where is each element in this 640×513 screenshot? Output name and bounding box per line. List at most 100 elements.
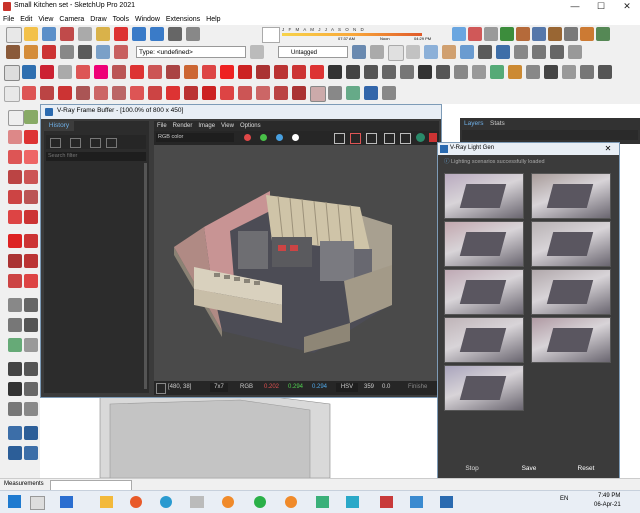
blue-channel-icon[interactable] <box>276 134 283 141</box>
polygon-tool-icon[interactable] <box>166 65 180 79</box>
arc-icon[interactable] <box>8 210 22 224</box>
freehand-tool-icon[interactable] <box>94 65 108 79</box>
pan-icon[interactable] <box>24 362 38 376</box>
vray-taskbar-icon[interactable] <box>440 496 453 508</box>
push-pull-icon[interactable] <box>24 234 38 248</box>
stop-render-icon[interactable] <box>429 133 437 142</box>
lighting-scenario-thumbnail[interactable] <box>444 365 524 411</box>
lighting-scenario-thumbnail[interactable] <box>444 317 524 363</box>
move-tool-icon[interactable] <box>238 65 252 79</box>
warehouse-icon[interactable] <box>500 27 514 41</box>
union-icon[interactable] <box>202 86 216 100</box>
back-view-icon[interactable] <box>550 45 564 59</box>
tab-layers[interactable]: Layers <box>464 120 484 127</box>
folder-icon[interactable] <box>90 138 101 148</box>
pick-pixel-icon[interactable] <box>156 383 166 394</box>
push-pull-icon[interactable] <box>220 65 234 79</box>
menu-view[interactable]: View <box>35 14 56 25</box>
v-ray-ies-icon[interactable] <box>310 86 326 102</box>
style-builder-icon[interactable] <box>548 27 562 41</box>
start-icon[interactable] <box>8 495 21 508</box>
drape-icon[interactable] <box>58 86 72 100</box>
dimension-icon[interactable] <box>78 45 92 59</box>
pencil-icon[interactable] <box>22 86 36 100</box>
walk-icon[interactable] <box>454 65 468 79</box>
follow-me-icon[interactable] <box>24 254 38 268</box>
scene-icon[interactable] <box>564 27 578 41</box>
app-recycle-icon[interactable] <box>316 496 329 508</box>
zoom-icon[interactable] <box>364 65 378 79</box>
redo-icon[interactable] <box>150 27 164 41</box>
extension-icon[interactable] <box>484 27 498 41</box>
v-ray-light-icon[interactable] <box>274 86 288 100</box>
light-gen-close-icon[interactable]: ✕ <box>598 143 618 155</box>
orbit-icon[interactable] <box>8 362 22 376</box>
outer-shell-icon[interactable] <box>580 65 594 79</box>
look-around-icon[interactable] <box>472 65 486 79</box>
vfb-menu-render[interactable]: Render <box>170 121 196 131</box>
from-scratch-icon[interactable] <box>166 86 180 100</box>
wireframe-icon[interactable] <box>388 45 404 61</box>
tag-icon[interactable] <box>352 45 366 59</box>
style-select[interactable]: Type: <undefined> <box>136 46 246 58</box>
explorer-icon[interactable] <box>100 496 113 508</box>
axes-icon[interactable] <box>8 338 22 352</box>
v-ray-frame-buffer-icon[interactable] <box>58 65 72 79</box>
3d-text-icon[interactable] <box>24 338 38 352</box>
hsv-select[interactable]: HSV <box>336 383 358 392</box>
left-view-icon[interactable] <box>568 45 582 59</box>
from-contours-icon[interactable] <box>148 86 162 100</box>
alpha-channel-icon[interactable] <box>292 134 299 141</box>
app-c-icon[interactable] <box>222 496 234 508</box>
flip-edge-icon[interactable] <box>112 86 126 100</box>
rotate-tool-icon[interactable] <box>256 65 270 79</box>
select-arrow-icon[interactable] <box>8 110 24 126</box>
menu-file[interactable]: File <box>0 14 17 25</box>
track-mouse-icon[interactable] <box>366 133 377 144</box>
shaded-textures-icon[interactable] <box>442 45 456 59</box>
cut-icon[interactable] <box>60 27 74 41</box>
circle-icon[interactable] <box>8 190 22 204</box>
scale-icon[interactable] <box>8 274 22 288</box>
lighting-scenario-thumbnail[interactable] <box>444 173 524 219</box>
save-icon[interactable] <box>42 27 56 41</box>
ipr-icon[interactable] <box>400 133 411 144</box>
move-icon[interactable] <box>8 234 22 248</box>
select-arrow-icon[interactable] <box>4 65 20 81</box>
model-info-icon[interactable] <box>186 27 200 41</box>
lighting-scenario-thumbnail[interactable] <box>444 269 524 315</box>
delete-history-icon[interactable] <box>106 138 117 148</box>
v-ray-render-icon[interactable] <box>22 65 36 79</box>
v-ray-sphere-light-icon[interactable] <box>292 86 306 100</box>
rotated-rectangle-icon[interactable] <box>130 65 144 79</box>
line-icon[interactable] <box>8 150 22 164</box>
sketchup-taskbar-icon[interactable] <box>380 496 393 508</box>
clear-image-icon[interactable] <box>350 133 361 144</box>
dimension-icon[interactable] <box>24 298 38 312</box>
stop-button[interactable]: Stop <box>444 463 500 475</box>
eraser-icon[interactable] <box>42 45 56 59</box>
tape-icon[interactable] <box>526 65 540 79</box>
layout-icon[interactable] <box>532 27 546 41</box>
zoom-extents-icon[interactable] <box>400 65 414 79</box>
paint-bucket-icon[interactable] <box>8 130 22 144</box>
region-render-icon[interactable] <box>384 133 395 144</box>
sandbox-icon[interactable] <box>40 86 54 100</box>
v-ray-proxy-icon[interactable] <box>328 86 342 100</box>
pie-icon[interactable] <box>24 210 38 224</box>
print-icon[interactable] <box>168 27 182 41</box>
zoom-icon[interactable] <box>8 382 22 396</box>
lighting-scenario-thumbnail[interactable] <box>531 173 611 219</box>
menu-draw[interactable]: Draw <box>87 14 109 25</box>
task-view-icon[interactable] <box>30 496 45 510</box>
shadow-toggle-icon[interactable] <box>262 27 280 43</box>
zoom-window-icon[interactable] <box>382 65 396 79</box>
select-tool-icon[interactable] <box>4 86 20 102</box>
stamp-icon[interactable] <box>76 86 90 100</box>
top-view-icon[interactable] <box>496 45 510 59</box>
maximize-button[interactable]: ☐ <box>588 0 614 14</box>
lighting-scenario-thumbnail[interactable] <box>531 317 611 363</box>
open-folder-icon[interactable] <box>24 27 38 41</box>
new-file-icon[interactable] <box>6 27 22 43</box>
paint-icon[interactable] <box>508 65 522 79</box>
